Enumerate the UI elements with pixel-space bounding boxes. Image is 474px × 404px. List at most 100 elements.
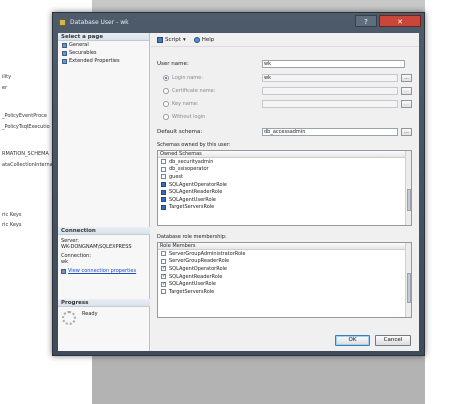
role-checkbox[interactable] [161, 265, 166, 272]
schema-row[interactable]: SQLAgentOperatorRole [158, 181, 411, 189]
schema-checkbox[interactable] [161, 166, 166, 172]
help-button[interactable]: Help [193, 36, 215, 43]
role-row[interactable]: ServerGroupReaderRole [158, 258, 411, 266]
page-icon [62, 42, 67, 48]
background-right-area [425, 0, 474, 404]
default-schema-browse-button[interactable]: ... [401, 128, 412, 136]
database-user-icon [59, 19, 66, 26]
key-browse-button: ... [401, 100, 412, 108]
script-button[interactable]: Script ▾ [157, 36, 186, 43]
schema-checkbox[interactable] [161, 182, 166, 188]
script-label: Script [165, 36, 181, 43]
page-securables[interactable]: Securables [58, 49, 149, 57]
default-schema-label: Default schema: [157, 129, 203, 135]
view-connection-properties-link[interactable]: View connection properties [68, 268, 136, 274]
key-name-label: Key name: [172, 101, 199, 107]
schema-checkbox[interactable] [161, 204, 166, 210]
login-name-label: Login name: [172, 75, 203, 81]
dialog-client-area: Select a page General Securables Extende… [58, 33, 419, 351]
role-members-header[interactable]: Role Members [158, 243, 411, 250]
tree-node[interactable]: ric Keys [2, 222, 21, 228]
without-login-label: Without login [172, 114, 206, 120]
page-extended-properties[interactable]: Extended Properties [58, 57, 149, 65]
schema-name: db_securityadmin [169, 158, 214, 165]
schema-row[interactable]: guest [158, 173, 411, 181]
login-name-input[interactable]: wk [262, 74, 398, 82]
certificate-name-input [262, 87, 398, 95]
progress-status: Ready [82, 311, 98, 317]
schemas-owned-label: Schemas owned by this user: [157, 142, 231, 148]
help-label: Help [201, 36, 215, 43]
login-name-radio[interactable] [163, 75, 169, 81]
role-row[interactable]: SQLAgentReaderRole [158, 273, 411, 281]
close-button[interactable]: ✕ [379, 15, 421, 27]
role-row[interactable]: ServerGroupAdministratorRole [158, 250, 411, 258]
role-checkbox[interactable] [161, 289, 166, 295]
schema-row[interactable]: SQLAgentReaderRole [158, 188, 411, 196]
ok-button[interactable]: OK [335, 335, 370, 346]
tree-node[interactable]: RMATION_SCHEMA [2, 151, 49, 157]
tree-node[interactable]: ataCollectionInterna [2, 162, 53, 168]
cancel-button[interactable]: Cancel [375, 335, 411, 346]
toolbar: Script ▾ Help [151, 33, 419, 47]
select-page-header: Select a page [58, 33, 149, 41]
role-checkbox[interactable] [161, 251, 166, 257]
user-name-input[interactable]: wk [262, 60, 405, 68]
schema-checkbox[interactable] [161, 189, 166, 195]
role-checkbox[interactable] [161, 281, 166, 287]
key-name-radio[interactable] [163, 101, 169, 107]
page-label: Securables [69, 50, 97, 56]
role-checkbox[interactable] [161, 273, 166, 280]
schemas-scrollbar[interactable] [405, 151, 411, 225]
schema-row[interactable]: SQLAgentUserRole [158, 196, 411, 204]
schema-checkbox[interactable] [161, 174, 166, 180]
default-schema-input[interactable]: db_accessadmin [262, 128, 398, 136]
page-label: Extended Properties [69, 58, 120, 64]
page-general[interactable]: General [58, 41, 149, 49]
tree-node[interactable]: er [2, 85, 7, 91]
roles-scroll-thumb[interactable] [407, 273, 411, 303]
login-name-option[interactable]: Login name: [163, 75, 203, 81]
key-name-option[interactable]: Key name: [163, 101, 199, 107]
schema-row[interactable]: TargetServersRole [158, 204, 411, 212]
connection-header: Connection [58, 227, 150, 235]
tree-node[interactable]: ility [2, 74, 11, 80]
page-icon [62, 50, 67, 56]
title-bar[interactable]: Database User - wk ? ✕ [53, 13, 424, 33]
tree-node[interactable]: ric Keys [2, 212, 21, 218]
certificate-name-option[interactable]: Certificate name: [163, 88, 215, 94]
tree-node[interactable]: _PolicyTsqlExecutio [2, 124, 50, 130]
schema-name: SQLAgentUserRole [169, 196, 216, 203]
role-name: ServerGroupAdministratorRole [169, 250, 246, 257]
owned-schemas-header[interactable]: Owned Schemas [158, 151, 411, 158]
role-checkbox[interactable] [161, 258, 166, 264]
certificate-name-radio[interactable] [163, 88, 169, 94]
role-name: SQLAgentOperatorRole [169, 265, 227, 272]
schema-name: TargetServersRole [169, 204, 215, 211]
without-login-option[interactable]: Without login [163, 114, 205, 120]
schema-checkbox[interactable] [161, 197, 166, 203]
schema-checkbox[interactable] [161, 159, 166, 165]
role-name: ServerGroupReaderRole [169, 258, 230, 265]
roles-scrollbar[interactable] [405, 243, 411, 317]
role-row[interactable]: TargetServersRole [158, 288, 411, 296]
role-row[interactable]: SQLAgentOperatorRole [158, 265, 411, 273]
properties-icon [61, 268, 66, 274]
schema-name: db_ssisoperator [169, 166, 209, 173]
general-page: Script ▾ Help User name: wk Login name: … [151, 33, 419, 351]
role-row[interactable]: SQLAgentUserRole [158, 280, 411, 288]
without-login-radio[interactable] [163, 114, 169, 120]
schema-row[interactable]: db_ssisoperator [158, 166, 411, 174]
progress-spinner-icon [62, 311, 76, 325]
object-explorer-tree: ility er _PolicyEventProce _PolicyTsqlExecu… [0, 0, 60, 404]
schema-name: SQLAgentReaderRole [169, 189, 223, 196]
page-label: General [69, 42, 89, 48]
page-icon [62, 58, 67, 64]
login-browse-button[interactable]: ... [401, 74, 412, 82]
schema-row[interactable]: db_securityadmin [158, 158, 411, 166]
help-title-button[interactable]: ? [355, 15, 377, 27]
tree-node[interactable]: _PolicyEventProce [2, 113, 47, 119]
progress-header: Progress [58, 299, 150, 307]
role-members-list: Role Members ServerGroupAdministratorRol… [157, 242, 412, 318]
schemas-scroll-thumb[interactable] [407, 189, 411, 211]
